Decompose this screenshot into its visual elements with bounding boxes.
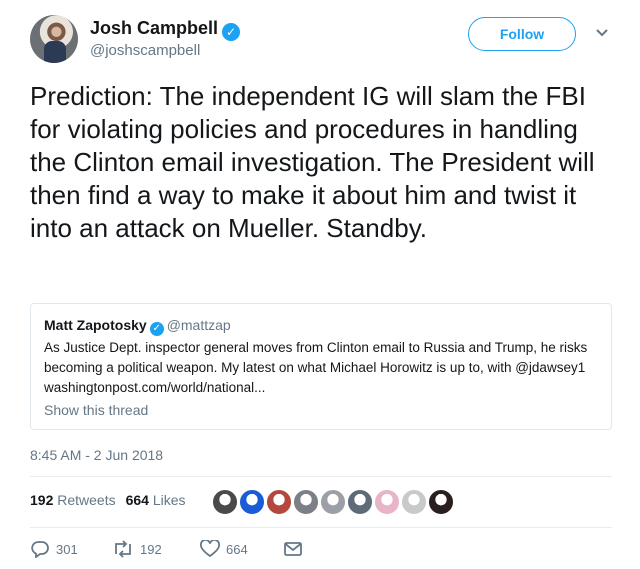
chevron-down-icon[interactable] bbox=[595, 25, 609, 41]
likes-stat[interactable]: 664 Likes bbox=[126, 492, 186, 508]
author-name[interactable]: Josh Campbell bbox=[90, 18, 218, 38]
likers-avatars bbox=[212, 489, 455, 515]
quoted-author-row: Matt Zapotosky ✓ @mattzap bbox=[44, 317, 231, 336]
liker-avatar[interactable] bbox=[239, 489, 265, 515]
tweet-text: Prediction: The independent IG will slam… bbox=[30, 81, 595, 243]
reply-button[interactable]: 301 bbox=[30, 540, 78, 558]
retweet-icon bbox=[115, 540, 131, 558]
quoted-tweet-text: As Justice Dept. inspector general moves… bbox=[44, 340, 588, 395]
liker-avatar[interactable] bbox=[212, 489, 238, 515]
likes-label: Likes bbox=[152, 492, 186, 508]
action-bar: 301 192 664 bbox=[30, 540, 330, 562]
verified-badge-icon: ✓ bbox=[222, 23, 241, 41]
retweets-stat[interactable]: 192 Retweets bbox=[30, 492, 116, 508]
tweet-header: Josh Campbell ✓ @joshscampbell Follow bbox=[30, 15, 620, 65]
liker-avatar[interactable] bbox=[401, 489, 427, 515]
quoted-author-name: Matt Zapotosky bbox=[44, 317, 147, 333]
like-count: 664 bbox=[226, 541, 248, 557]
envelope-icon bbox=[284, 542, 302, 556]
author-avatar[interactable] bbox=[30, 15, 78, 63]
retweets-label: Retweets bbox=[57, 492, 116, 508]
show-thread-link[interactable]: Show this thread bbox=[44, 402, 148, 418]
heart-icon bbox=[200, 540, 220, 558]
engagement-stats: 192 Retweets 664 Likes bbox=[30, 492, 186, 508]
follow-button[interactable]: Follow bbox=[468, 17, 576, 51]
direct-message-button[interactable] bbox=[283, 540, 303, 558]
like-button[interactable]: 664 bbox=[200, 540, 248, 558]
liker-avatar[interactable] bbox=[347, 489, 373, 515]
verified-badge-icon: ✓ bbox=[149, 322, 164, 336]
divider bbox=[30, 527, 612, 528]
author-name-row[interactable]: Josh Campbell ✓ bbox=[90, 18, 241, 41]
quoted-tweet[interactable]: Matt Zapotosky ✓ @mattzap As Justice Dept.… bbox=[30, 303, 612, 430]
reply-count: 301 bbox=[56, 541, 78, 557]
liker-avatar[interactable] bbox=[293, 489, 319, 515]
liker-avatar[interactable] bbox=[428, 489, 454, 515]
retweet-button[interactable]: 192 bbox=[112, 540, 162, 558]
likes-count: 664 bbox=[125, 492, 149, 508]
quoted-author-handle: @mattzap bbox=[166, 317, 231, 333]
liker-avatar[interactable] bbox=[320, 489, 346, 515]
liker-avatar[interactable] bbox=[266, 489, 292, 515]
retweets-count: 192 bbox=[30, 492, 54, 508]
author-handle[interactable]: @joshscampbell bbox=[90, 42, 200, 59]
tweet-timestamp[interactable]: 8:45 AM - 2 Jun 2018 bbox=[30, 447, 163, 463]
retweet-count: 192 bbox=[140, 541, 162, 557]
divider bbox=[30, 476, 612, 477]
liker-avatar[interactable] bbox=[374, 489, 400, 515]
reply-icon bbox=[31, 541, 49, 558]
